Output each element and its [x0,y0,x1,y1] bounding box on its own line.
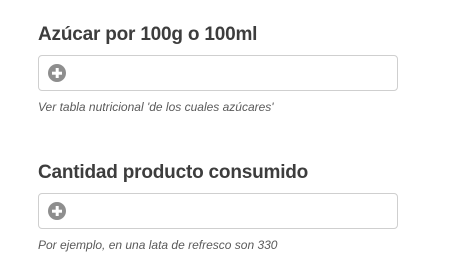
quantity-consumed-input-box[interactable] [38,193,398,229]
quantity-consumed-field: Cantidad producto consumido Por ejemplo,… [38,160,398,253]
quantity-consumed-input[interactable] [72,195,397,227]
sugar-per-100g-field: Azúcar por 100g o 100ml Ver tabla nutric… [38,22,398,115]
plus-circle-icon[interactable] [48,202,66,220]
sugar-per-100g-input-box[interactable] [38,55,398,91]
sugar-per-100g-hint: Ver tabla nutricional 'de los cuales azú… [38,100,274,114]
sugar-per-100g-input[interactable] [72,57,397,89]
calculator-form: Azúcar por 100g o 100ml Ver tabla nutric… [0,0,450,277]
sugar-per-100g-label: Azúcar por 100g o 100ml [38,24,258,45]
quantity-consumed-hint: Por ejemplo, en una lata de refresco son… [38,238,278,252]
quantity-consumed-label: Cantidad producto consumido [38,162,309,183]
plus-circle-icon[interactable] [48,64,66,82]
